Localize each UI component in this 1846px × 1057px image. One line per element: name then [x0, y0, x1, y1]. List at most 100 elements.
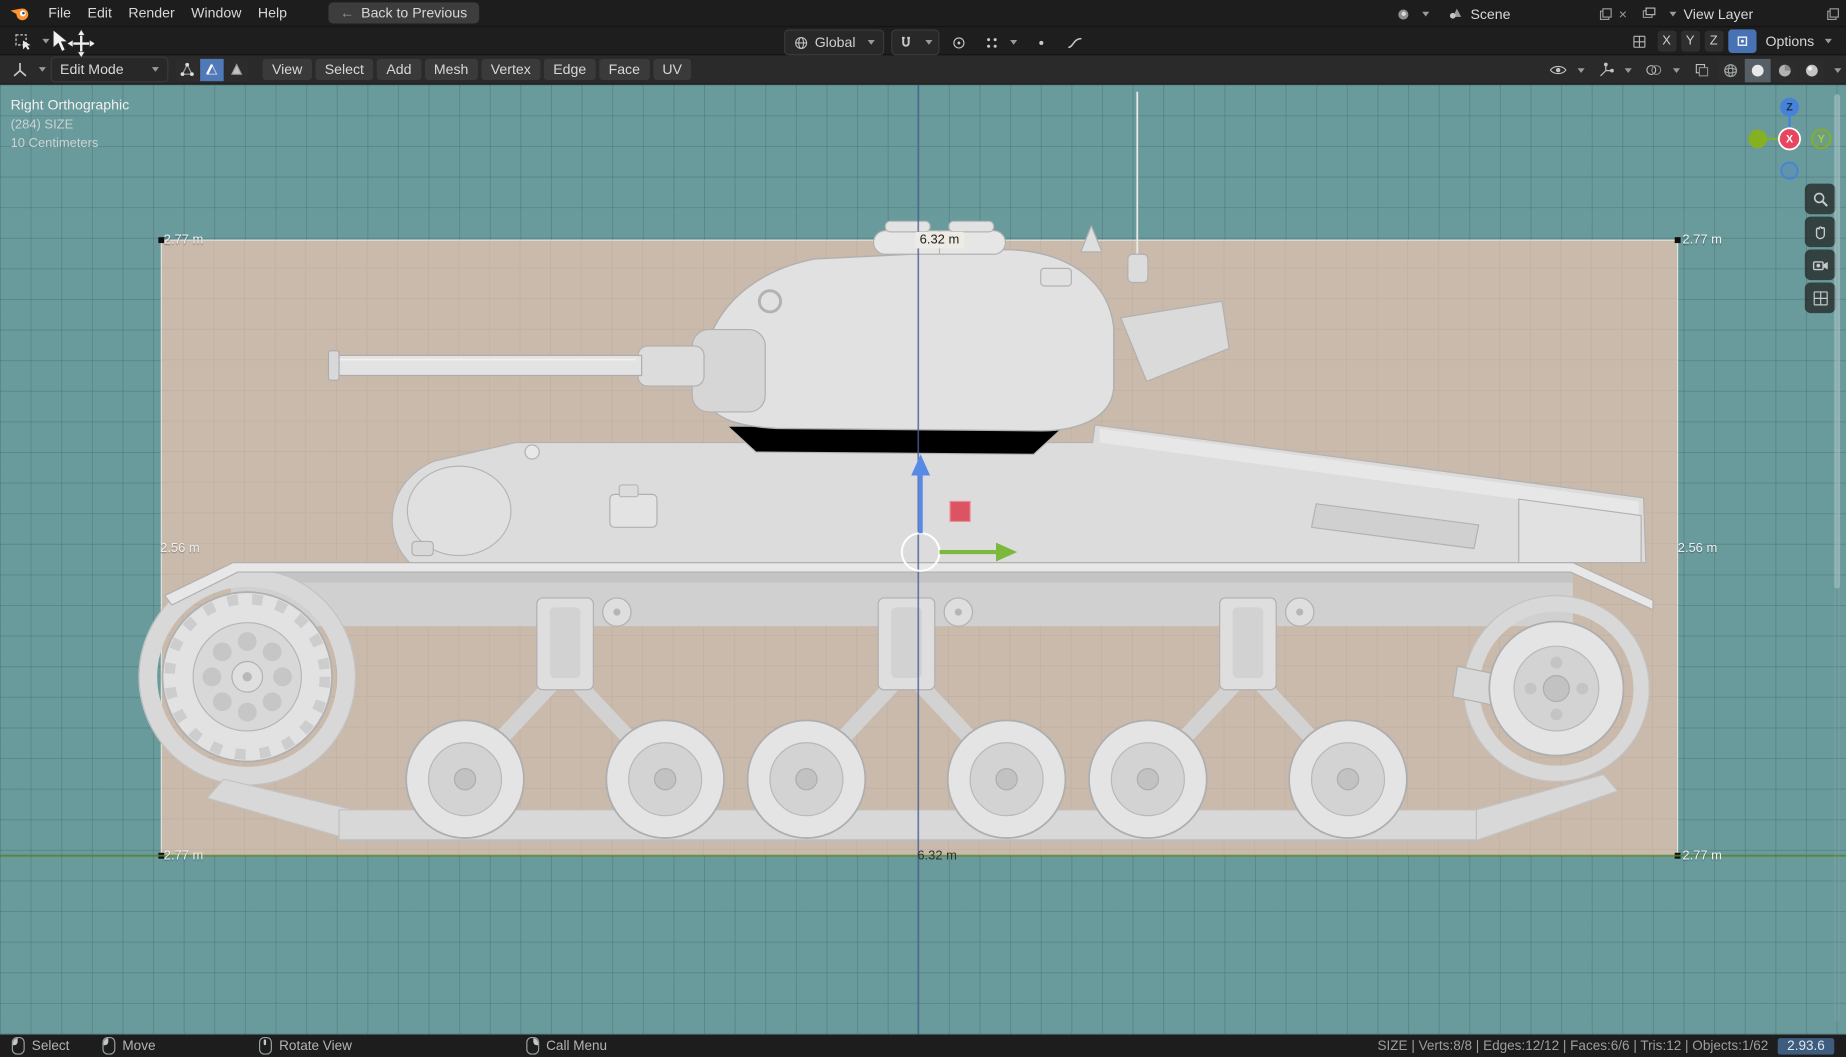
chevron-down-icon	[924, 40, 933, 45]
blender-logo-icon	[10, 7, 29, 20]
hint-move: Move	[102, 1036, 156, 1055]
menu-select[interactable]: Select	[315, 58, 374, 81]
material-sphere-icon	[1778, 64, 1791, 76]
chevron-down-icon	[1422, 11, 1430, 16]
scene-name[interactable]: Scene	[1470, 5, 1510, 21]
viewport-3d[interactable]: Right Orthographic (284) SIZE 10 Centime…	[0, 84, 1846, 1035]
menu-render[interactable]: Render	[120, 2, 183, 23]
eye-icon	[1549, 65, 1567, 75]
overlays-dropdown[interactable]	[1640, 58, 1685, 82]
menu-view[interactable]: View	[262, 58, 312, 81]
material-shading-button[interactable]	[1771, 58, 1798, 82]
version-badge: 2.93.6	[1777, 1037, 1835, 1055]
menu-mesh[interactable]: Mesh	[424, 58, 478, 81]
chevron-down-icon[interactable]	[1669, 11, 1677, 16]
gizmo-y-label: Y	[1818, 133, 1825, 145]
vertex-select-button[interactable]	[175, 58, 199, 81]
edge-select-button[interactable]	[200, 58, 224, 81]
tank-sprocket	[161, 591, 333, 763]
object-visibility-dropdown[interactable]	[1545, 58, 1590, 82]
proportional-falloff-dropdown[interactable]	[979, 31, 1021, 55]
face-select-button[interactable]	[224, 58, 249, 81]
mouse-right-icon	[526, 1036, 540, 1055]
view-layer-field: View Layer	[1641, 5, 1839, 22]
shading-mode-group	[1717, 58, 1825, 82]
topbar: File Edit Render Window Help ← Back to P…	[0, 0, 1846, 28]
tool-settings-bar: Global X Y Z Options	[0, 27, 1846, 56]
menu-edit[interactable]: Edit	[79, 2, 120, 23]
back-to-previous-button[interactable]: ← Back to Previous	[328, 2, 479, 24]
viewport-scrollbar[interactable]	[1834, 94, 1841, 1022]
chevron-down-icon	[1009, 40, 1017, 45]
menu-file[interactable]: File	[40, 2, 79, 23]
mirror-x-toggle[interactable]: X	[1657, 30, 1677, 52]
rendered-sphere-icon	[1805, 64, 1818, 76]
gizmos-dropdown[interactable]	[1593, 58, 1637, 82]
close-icon[interactable]: ×	[1619, 5, 1627, 21]
select-box-tool-icon	[15, 33, 31, 50]
editor-type-button[interactable]	[7, 58, 51, 82]
solid-shading-button[interactable]	[1744, 58, 1771, 82]
snap-increment-button[interactable]	[1627, 29, 1653, 53]
magnifier-icon	[1813, 192, 1828, 207]
snap-active-toggle[interactable]	[1727, 29, 1757, 53]
transform-orientation-dropdown[interactable]: Global	[784, 29, 884, 56]
proportional-circle-icon	[953, 36, 965, 48]
options-dropdown[interactable]: Options	[1761, 29, 1837, 53]
chevron-down-icon	[151, 67, 159, 72]
chevron-down-icon[interactable]	[1834, 67, 1842, 73]
gizmo-icon	[1600, 62, 1614, 76]
scrollbar-thumb[interactable]	[1834, 94, 1841, 589]
wireframe-sphere-icon	[1724, 63, 1738, 77]
mouse-middle-icon	[259, 1036, 273, 1055]
mouse-left-icon	[11, 1036, 25, 1055]
menu-uv[interactable]: UV	[652, 58, 692, 81]
duplicate-scene-icon[interactable]	[1599, 7, 1612, 20]
gizmo-x-label: X	[1786, 133, 1793, 145]
zoom-button[interactable]	[1804, 183, 1836, 215]
menu-window[interactable]: Window	[183, 2, 250, 23]
scene-canvas	[0, 84, 1846, 1035]
menu-help[interactable]: Help	[250, 2, 296, 23]
camera-view-button[interactable]	[1804, 249, 1836, 281]
new-scene-dropdown[interactable]	[1390, 2, 1434, 26]
rendered-shading-button[interactable]	[1798, 58, 1825, 82]
chevron-down-icon	[1824, 38, 1832, 44]
menu-vertex[interactable]: Vertex	[481, 58, 541, 81]
menu-edge[interactable]: Edge	[543, 58, 596, 81]
mirror-y-toggle[interactable]: Y	[1680, 30, 1700, 52]
chevron-down-icon	[867, 40, 875, 45]
xray-toggle[interactable]	[1688, 58, 1714, 82]
mirror-z-toggle[interactable]: Z	[1704, 30, 1724, 52]
dot-icon	[1039, 40, 1044, 45]
back-arrow-icon: ←	[339, 4, 355, 22]
scene-statistics: SIZE | Verts:8/8 | Edges:12/12 | Faces:6…	[1377, 1037, 1835, 1055]
duplicate-layer-icon[interactable]	[1827, 7, 1839, 20]
pan-button[interactable]	[1804, 216, 1836, 248]
menu-add[interactable]: Add	[376, 58, 421, 81]
proportional-projected-toggle[interactable]	[1029, 31, 1055, 55]
viewport-menus: View Select Add Mesh Vertex Edge Face UV	[262, 58, 692, 81]
proportional-editing-toggle[interactable]	[946, 31, 972, 55]
wireframe-shading-button[interactable]	[1717, 58, 1744, 82]
topbar-menu: File Edit Render Window Help	[40, 2, 295, 23]
falloff-curve-button[interactable]	[1062, 31, 1088, 55]
chevron-down-icon	[38, 67, 46, 72]
grid-snap-icon	[1633, 35, 1646, 48]
active-tool-button[interactable]	[9, 29, 54, 53]
magnet-icon	[901, 36, 910, 47]
snap-dropdown[interactable]	[890, 29, 940, 56]
falloff-curve-icon	[1067, 37, 1082, 48]
gizmo-x-plane-handle[interactable]	[949, 500, 971, 523]
navigation-gizmo: Z Y X	[1748, 97, 1832, 180]
mode-dropdown[interactable]: Edit Mode	[50, 56, 169, 83]
gizmo-z-negative[interactable]	[1780, 161, 1799, 180]
globe-icon	[795, 36, 808, 49]
gizmo-z-label: Z	[1786, 102, 1793, 114]
ortho-toggle-button[interactable]	[1804, 282, 1836, 314]
chevron-down-icon	[1624, 67, 1632, 73]
gizmo-y-negative[interactable]	[1748, 129, 1768, 149]
view-layer-name[interactable]: View Layer	[1684, 5, 1754, 21]
menu-face[interactable]: Face	[599, 58, 650, 81]
chevron-down-icon	[1577, 67, 1585, 73]
